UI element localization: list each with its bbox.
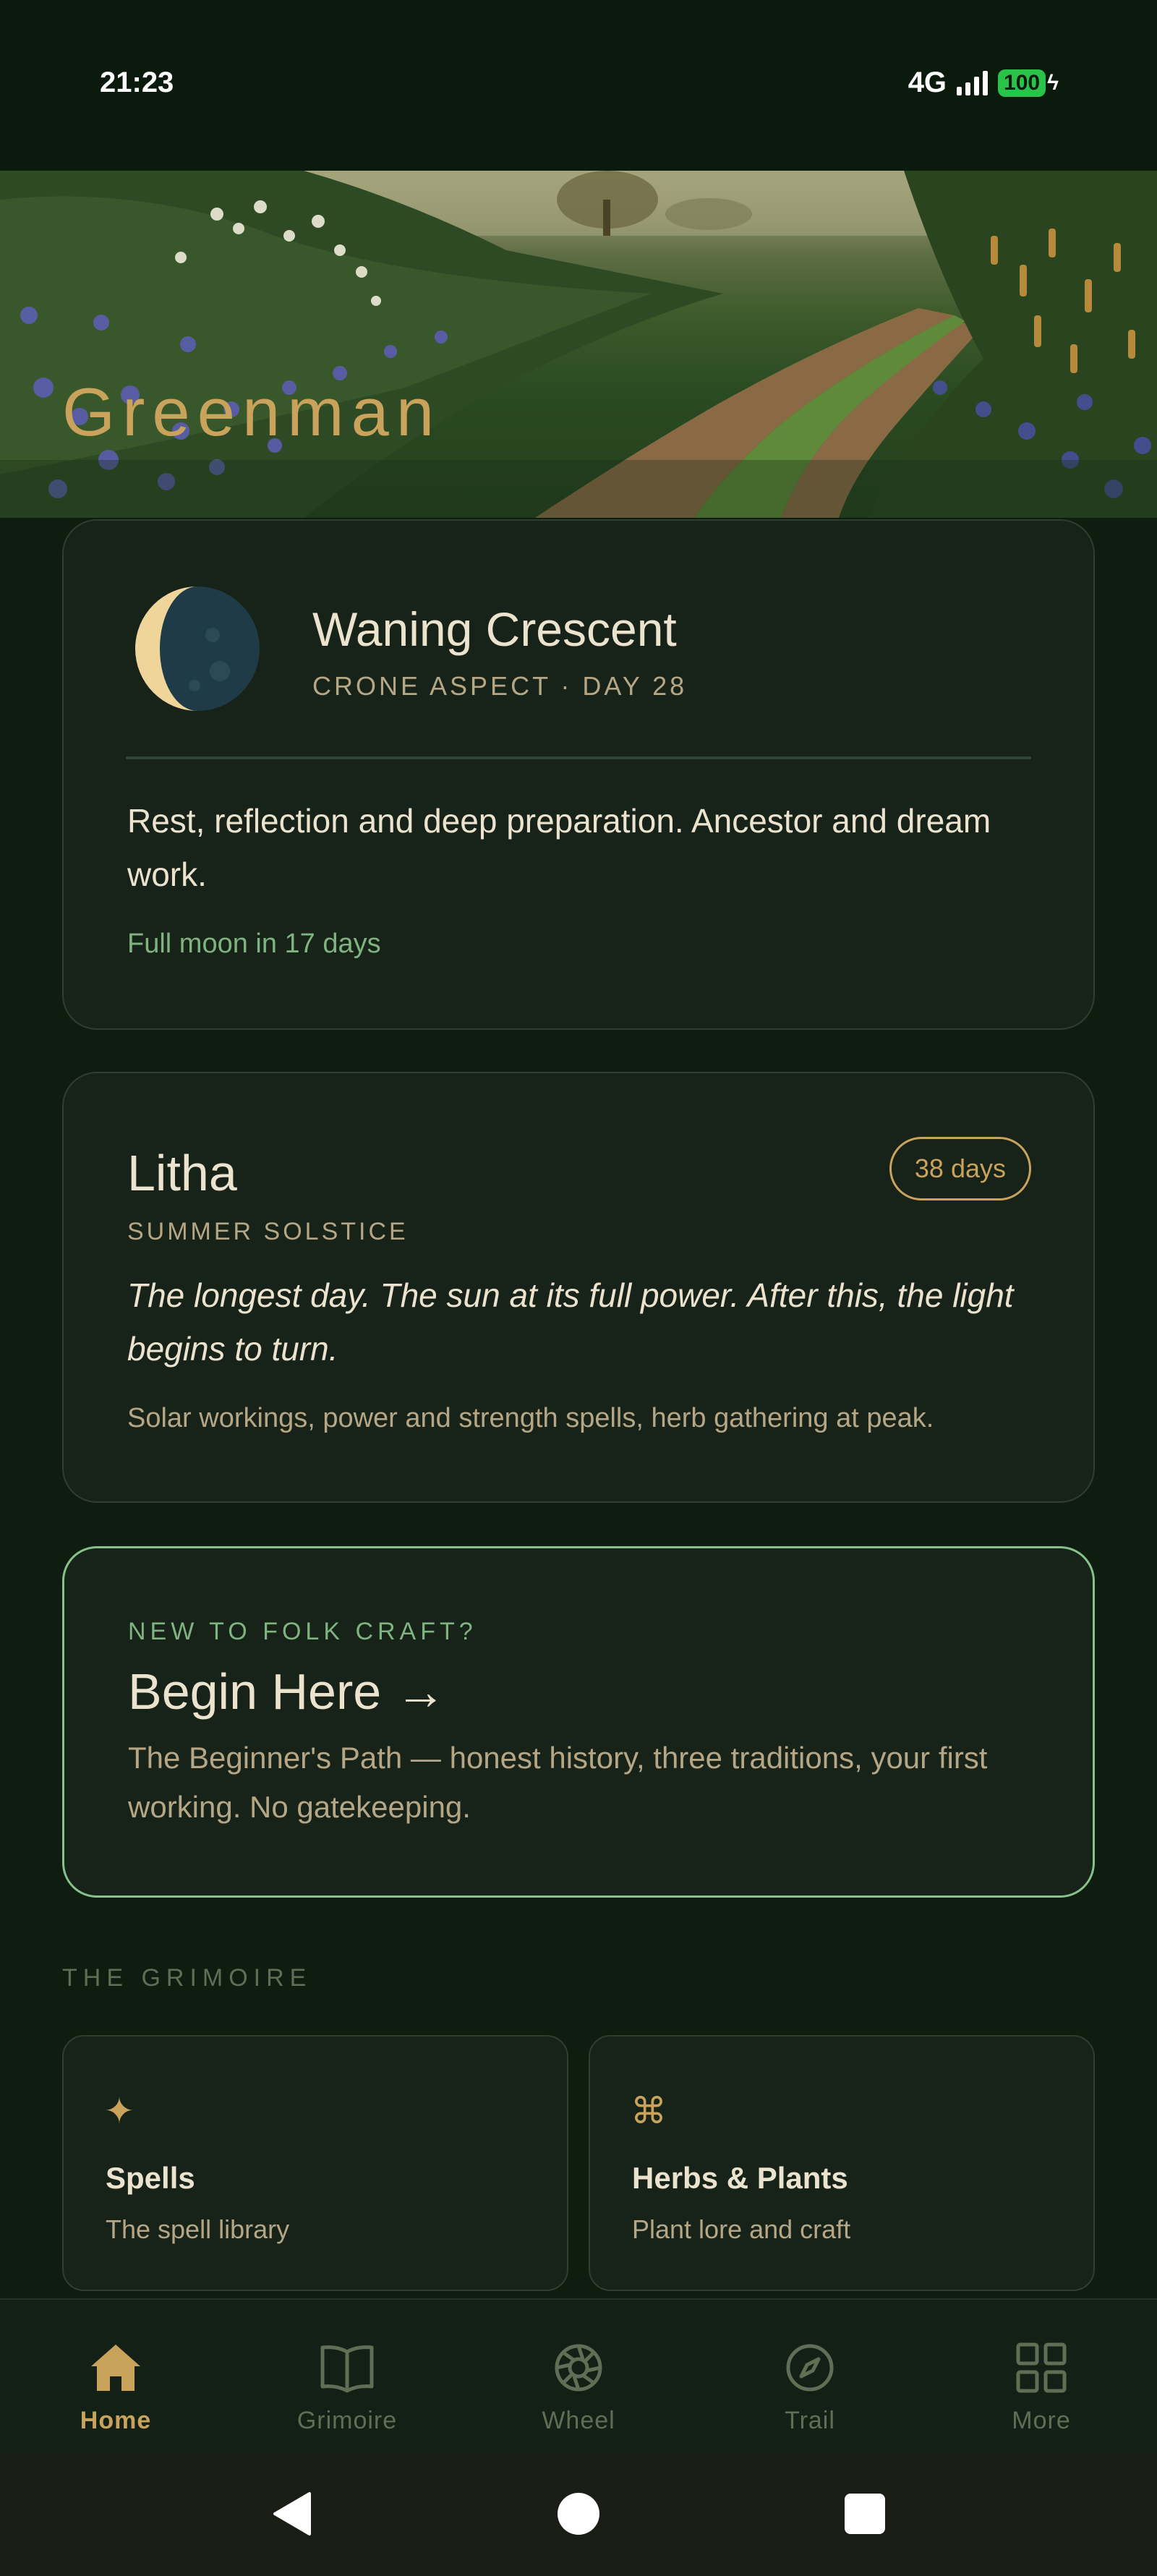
sabbat-name: Litha — [127, 1145, 237, 1201]
moon-phase-icon — [135, 587, 260, 711]
compass-icon — [786, 2344, 834, 2392]
tile-subtitle: The spell library — [106, 2214, 290, 2244]
status-time: 21:23 — [100, 67, 174, 98]
tile-title: Herbs & Plants — [632, 2161, 848, 2195]
nav-label: Home — [80, 2407, 152, 2434]
sabbat-card[interactable]: Litha 38 days SUMMER SOLSTICE The longes… — [62, 1072, 1095, 1503]
sabbat-workings: Solar workings, power and strength spell… — [127, 1403, 934, 1433]
hero-banner: Greenman — [0, 171, 1157, 518]
nav-trail[interactable]: Trail — [694, 2300, 926, 2455]
nav-label: Wheel — [542, 2407, 615, 2434]
divider — [126, 756, 1031, 759]
moon-phase-description: Rest, reflection and deep preparation. A… — [127, 802, 991, 893]
home-button-icon[interactable] — [555, 2491, 602, 2537]
bottom-navigation: Home Grimoire Wheel Trail More — [0, 2298, 1157, 2453]
nav-label: Grimoire — [296, 2407, 398, 2434]
begin-title: Begin Here → — [128, 1663, 446, 1720]
begin-description: The Beginner's Path — honest history, th… — [128, 1741, 988, 1824]
nav-grimoire[interactable]: Grimoire — [231, 2300, 463, 2455]
nav-wheel[interactable]: Wheel — [463, 2300, 694, 2455]
nav-more[interactable]: More — [926, 2300, 1157, 2455]
moon-phase-name: Waning Crescent — [312, 602, 677, 656]
tile-title: Spells — [106, 2161, 195, 2195]
app-title: Greenman — [62, 374, 442, 450]
moon-phase-card[interactable]: Waning Crescent CRONE ASPECT · DAY 28 Re… — [62, 519, 1095, 1030]
sabbat-countdown-badge: 38 days — [889, 1137, 1031, 1200]
battery-icon: 100 ϟ — [998, 69, 1059, 97]
back-icon[interactable] — [269, 2491, 315, 2537]
network-type: 4G — [908, 67, 947, 98]
tile-subtitle: Plant lore and craft — [632, 2214, 851, 2244]
book-icon — [320, 2345, 374, 2393]
status-bar: 21:23 4G 100 ϟ — [0, 0, 1157, 171]
home-icon — [91, 2345, 140, 2391]
begin-eyebrow: NEW TO FOLK CRAFT? — [128, 1618, 477, 1645]
grimoire-tile-herbs[interactable]: ⌘ Herbs & Plants Plant lore and craft — [589, 2035, 1095, 2291]
nav-label: Trail — [785, 2407, 835, 2434]
hero-landscape-illustration — [0, 171, 1157, 518]
signal-icon — [957, 70, 989, 95]
sabbat-subtitle: SUMMER SOLSTICE — [127, 1218, 409, 1245]
grimoire-tile-spells[interactable]: ✦ Spells The spell library — [62, 2035, 568, 2291]
command-knot-icon: ⌘ — [631, 2091, 667, 2131]
grid-icon — [1016, 2342, 1067, 2393]
moon-phase-subtitle: CRONE ASPECT · DAY 28 — [312, 671, 688, 701]
system-navigation-bar — [0, 2453, 1157, 2576]
status-indicators: 4G 100 ϟ — [908, 67, 1059, 99]
wheel-icon — [555, 2344, 602, 2392]
charging-icon: ϟ — [1047, 70, 1059, 95]
sabbat-quote: The longest day. The sun at its full pow… — [127, 1276, 1014, 1368]
battery-level: 100 — [998, 69, 1046, 97]
grimoire-section-label: THE GRIMOIRE — [62, 1964, 312, 1992]
sparkle-icon: ✦ — [104, 2091, 135, 2131]
next-moon-event: Full moon in 17 days — [127, 929, 381, 959]
nav-label: More — [1012, 2407, 1071, 2434]
recents-icon[interactable] — [842, 2491, 888, 2537]
begin-here-card[interactable]: NEW TO FOLK CRAFT? Begin Here → The Begi… — [62, 1546, 1095, 1898]
nav-home[interactable]: Home — [0, 2300, 231, 2455]
